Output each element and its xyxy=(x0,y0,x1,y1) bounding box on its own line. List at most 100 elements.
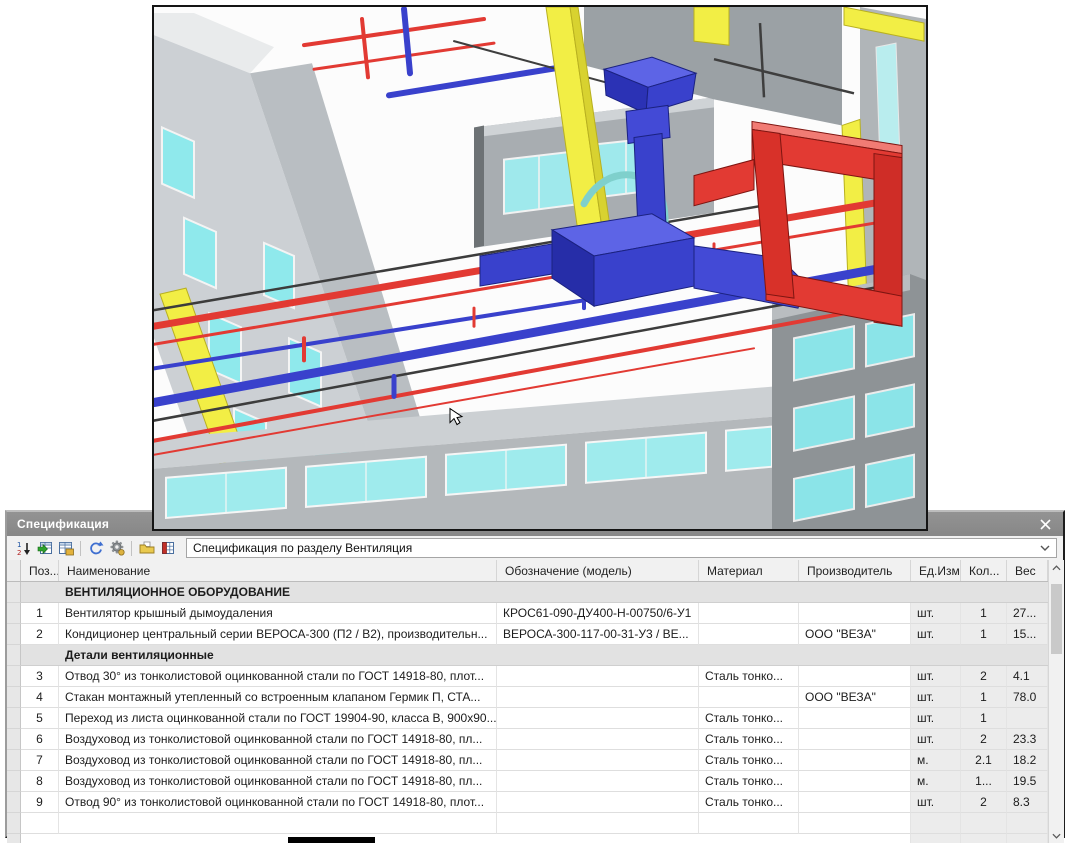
table-row[interactable]: 1 Вентилятор крышный дымоудаления КРОС61… xyxy=(7,603,1048,624)
cell-manufacturer xyxy=(799,603,911,624)
close-button[interactable] xyxy=(1037,516,1053,532)
col-header-pos[interactable]: Поз... xyxy=(21,560,59,581)
3d-viewport[interactable] xyxy=(152,5,928,531)
cell-name: Воздуховод из тонколистовой оцинкованной… xyxy=(59,729,497,750)
export-table-button[interactable] xyxy=(157,539,178,558)
cell-model xyxy=(497,666,699,687)
cell-weight: 27... xyxy=(1007,603,1048,624)
cell-pos: 8 xyxy=(21,771,59,792)
cell-pos xyxy=(21,813,59,834)
cell-model: КРОС61-090-ДУ400-Н-00750/6-У1 xyxy=(497,603,699,624)
cell-weight: 23.3 xyxy=(1007,729,1048,750)
panel-title: Спецификация xyxy=(17,517,109,531)
table-row[interactable]: 8 Воздуховод из тонколистовой оцинкованн… xyxy=(7,771,1048,792)
cell-material xyxy=(699,813,799,834)
cell-name xyxy=(59,813,497,834)
refresh-button[interactable] xyxy=(85,539,106,558)
cell-manufacturer xyxy=(799,771,911,792)
cell-qty: 1 xyxy=(961,603,1007,624)
settings-button[interactable] xyxy=(106,539,127,558)
cell-weight xyxy=(1007,708,1048,729)
cell-pos: 4 xyxy=(21,687,59,708)
insert-table-button[interactable] xyxy=(34,539,55,558)
vertical-scrollbar[interactable] xyxy=(1048,560,1064,843)
row-margin xyxy=(7,666,21,687)
cell-weight: 78.0 xyxy=(1007,687,1048,708)
table-row[interactable]: 6 Воздуховод из тонколистовой оцинкованн… xyxy=(7,729,1048,750)
table-row[interactable]: 5 Переход из листа оцинкованной стали по… xyxy=(7,708,1048,729)
cell-qty: 2 xyxy=(961,729,1007,750)
col-header-manufacturer[interactable]: Производитель xyxy=(799,560,911,581)
table-row[interactable]: 7 Воздуховод из тонколистовой оцинкованн… xyxy=(7,750,1048,771)
sort-button[interactable]: 1 2 xyxy=(13,539,34,558)
empty-cell xyxy=(911,834,961,843)
cell-weight: 4.1 xyxy=(1007,666,1048,687)
scroll-down-button[interactable] xyxy=(1049,828,1064,843)
specification-select[interactable]: Спецификация по разделу Вентиляция xyxy=(186,538,1057,558)
cell-weight: 8.3 xyxy=(1007,792,1048,813)
row-margin xyxy=(7,582,21,603)
cell-unit: шт. xyxy=(911,687,961,708)
cell-model xyxy=(497,813,699,834)
cell-manufacturer: ООО "ВЕЗА" xyxy=(799,624,911,645)
table-group-row[interactable]: ВЕНТИЛЯЦИОННОЕ ОБОРУДОВАНИЕ xyxy=(7,582,1048,603)
cell-qty: 1 xyxy=(961,687,1007,708)
table-header-row: Поз... Наименование Обозначение (модель)… xyxy=(7,560,1048,582)
table-row[interactable]: 2 Кондиционер центральный серии ВЕРОСА-3… xyxy=(7,624,1048,645)
save-table-icon xyxy=(58,540,74,556)
cell-manufacturer xyxy=(799,750,911,771)
scroll-up-icon xyxy=(1052,565,1061,571)
cell-unit: м. xyxy=(911,771,961,792)
row-margin xyxy=(7,771,21,792)
table-row[interactable] xyxy=(7,813,1048,834)
table-row[interactable]: 3 Отвод 30° из тонколистовой оцинкованно… xyxy=(7,666,1048,687)
3d-model-scene xyxy=(154,7,926,529)
open-report-icon xyxy=(139,540,155,556)
vertical-scroll-thumb[interactable] xyxy=(1051,584,1062,654)
col-header-model[interactable]: Обозначение (модель) xyxy=(497,560,699,581)
cell-material: Сталь тонко... xyxy=(699,708,799,729)
cell-qty: 2 xyxy=(961,792,1007,813)
toolbar-separator xyxy=(80,541,81,556)
cell-qty: 1... xyxy=(961,771,1007,792)
empty-cell xyxy=(961,834,1007,843)
table-group-row[interactable]: Детали вентиляционные xyxy=(7,645,1048,666)
row-margin xyxy=(7,687,21,708)
cell-weight xyxy=(1007,813,1048,834)
col-header-qty[interactable]: Кол... xyxy=(961,560,1007,581)
open-report-button[interactable] xyxy=(136,539,157,558)
row-margin xyxy=(7,603,21,624)
sort-ascending-icon: 1 2 xyxy=(16,540,32,556)
spec-table: Поз... Наименование Обозначение (модель)… xyxy=(7,560,1063,843)
cell-weight: 15... xyxy=(1007,624,1048,645)
col-header-unit[interactable]: Ед.Изм. xyxy=(911,560,961,581)
cell-pos: 6 xyxy=(21,729,59,750)
cell-name: Воздуховод из тонколистовой оцинкованной… xyxy=(59,750,497,771)
chevron-down-icon xyxy=(1040,545,1050,551)
cell-manufacturer xyxy=(799,792,911,813)
col-header-name[interactable]: Наименование xyxy=(59,560,497,581)
group-title: Детали вентиляционные xyxy=(21,645,1048,666)
cell-material xyxy=(699,687,799,708)
row-margin xyxy=(7,750,21,771)
row-margin xyxy=(7,708,21,729)
cell-qty: 2 xyxy=(961,666,1007,687)
cell-model xyxy=(497,771,699,792)
refresh-icon xyxy=(88,540,104,556)
scroll-up-button[interactable] xyxy=(1049,560,1064,576)
cell-name: Воздуховод из тонколистовой оцинкованной… xyxy=(59,771,497,792)
table-row[interactable]: 4 Стакан монтажный утепленный со встроен… xyxy=(7,687,1048,708)
cell-model xyxy=(497,729,699,750)
save-table-button[interactable] xyxy=(55,539,76,558)
cell-manufacturer xyxy=(799,666,911,687)
cell-name: Переход из листа оцинкованной стали по Г… xyxy=(59,708,497,729)
col-header-weight[interactable]: Вес xyxy=(1007,560,1048,581)
table-row[interactable]: 9 Отвод 90° из тонколистовой оцинкованно… xyxy=(7,792,1048,813)
panel-toolbar: 1 2 xyxy=(7,536,1063,560)
cell-model xyxy=(497,687,699,708)
cell-qty: 2.1 xyxy=(961,750,1007,771)
col-header-material[interactable]: Материал xyxy=(699,560,799,581)
cell-qty: 1 xyxy=(961,708,1007,729)
empty-cell xyxy=(1007,834,1048,843)
cell-pos: 5 xyxy=(21,708,59,729)
